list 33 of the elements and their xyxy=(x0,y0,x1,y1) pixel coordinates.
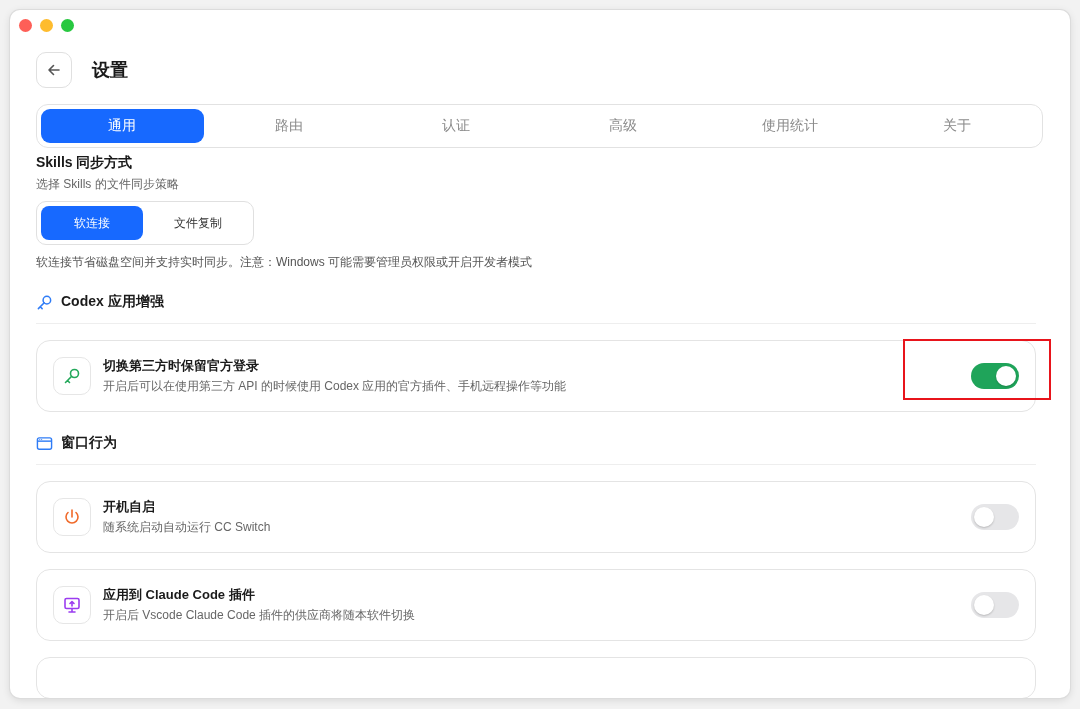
back-button[interactable] xyxy=(36,52,72,88)
tab[interactable]: 路由 xyxy=(207,109,371,143)
tab[interactable]: 认证 xyxy=(374,109,538,143)
setting-description: 开启后 Vscode Claude Code 插件的供应商将随本软件切换 xyxy=(103,607,417,624)
key-icon xyxy=(63,367,81,385)
segment-option[interactable]: 文件复制 xyxy=(147,206,249,240)
tab[interactable]: 通用 xyxy=(41,109,204,143)
tab[interactable]: 高级 xyxy=(541,109,705,143)
section-title: Skills 同步方式 xyxy=(36,154,134,172)
setting-description: 开启后可以在使用第三方 API 的时候使用 Codex 应用的官方插件、手机远程操作等功能 xyxy=(103,378,568,395)
power-icon xyxy=(63,508,81,526)
segment-option[interactable]: 软连接 xyxy=(41,206,143,240)
setting-title: 切换第三方时保留官方登录 xyxy=(103,357,260,375)
back-arrow-icon xyxy=(46,62,62,78)
minimize-window-button[interactable] xyxy=(40,19,53,32)
zoom-window-button[interactable] xyxy=(61,19,74,32)
monitor-upload-icon xyxy=(63,596,81,614)
section-description: 选择 Skills 的文件同步策略 xyxy=(36,176,180,193)
setting-title: 开机自启 xyxy=(103,498,156,516)
close-window-button[interactable] xyxy=(19,19,32,32)
section-title: Codex 应用增强 xyxy=(61,293,164,311)
toggle-switch[interactable] xyxy=(971,504,1019,530)
tab[interactable]: 使用统计 xyxy=(708,109,872,143)
section-title: 窗口行为 xyxy=(61,434,117,452)
window-icon xyxy=(36,434,53,452)
note-text: 软连接节省磁盘空间并支持实时同步。注意：Windows 可能需要管理员权限或开启开发者模式 xyxy=(36,254,533,271)
page-title: 设置 xyxy=(92,59,128,82)
setting-title: 应用到 Claude Code 插件 xyxy=(103,586,256,604)
toggle-switch[interactable] xyxy=(971,363,1019,389)
setting-description: 随系统启动自动运行 CC Switch xyxy=(103,519,272,536)
toggle-switch[interactable] xyxy=(971,592,1019,618)
tab[interactable]: 关于 xyxy=(875,109,1038,143)
key-icon xyxy=(36,293,53,311)
